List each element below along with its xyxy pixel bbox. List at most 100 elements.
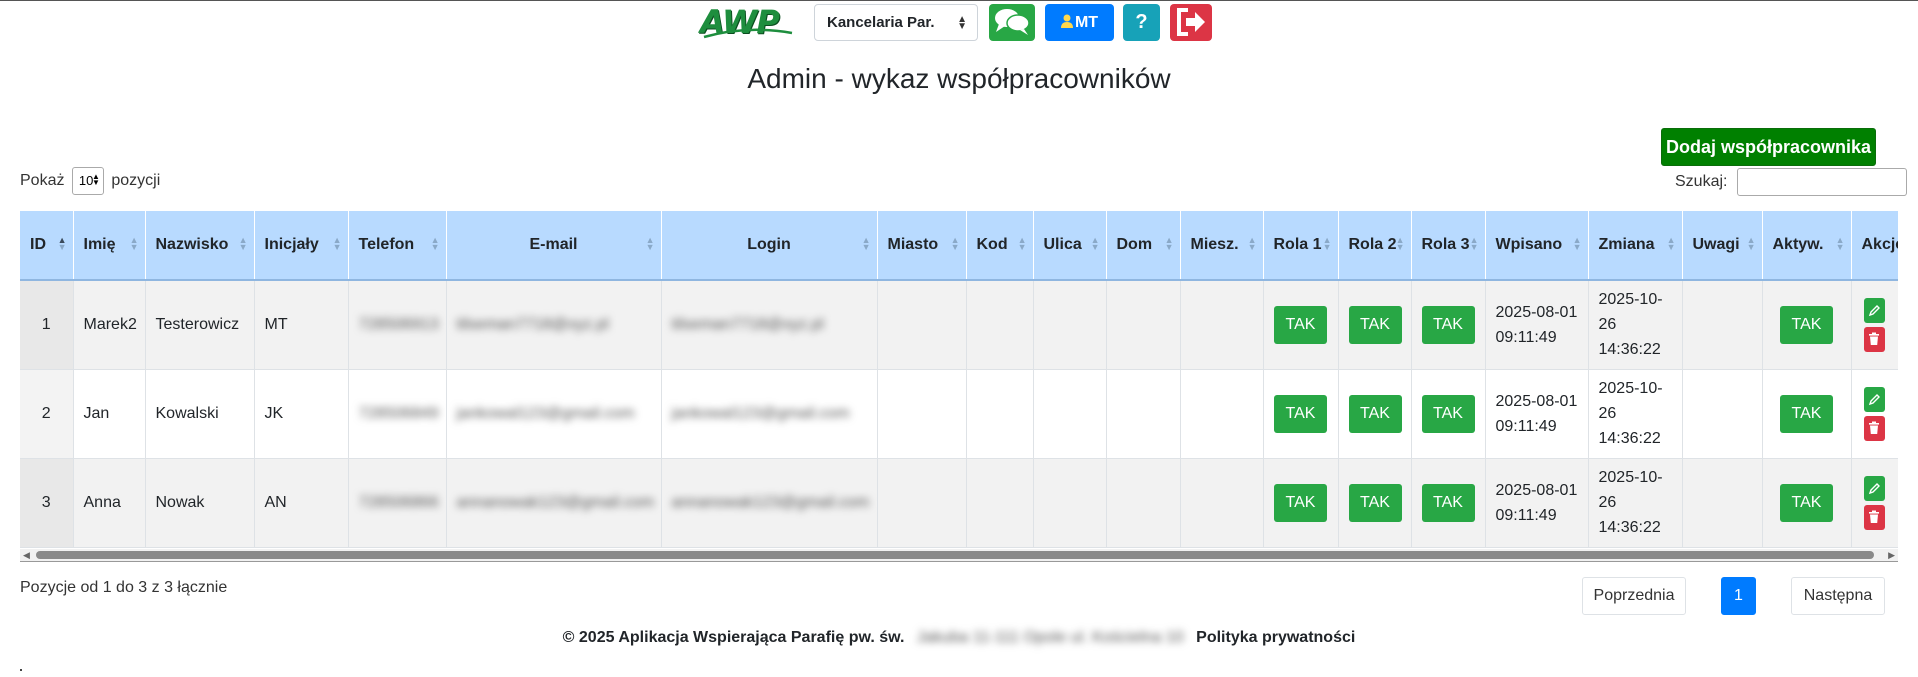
cell-apartment (1180, 280, 1264, 370)
column-header[interactable]: Miasto ▲ ▼ (877, 211, 967, 281)
delete-button[interactable] (1863, 504, 1885, 530)
cell-first-name: Marek2 (73, 280, 146, 370)
collaborators-table: ID ▲ ▼ Imię ▲ ▼ Nazwisko ▲ ▼ Inicjały ▲ ▼ Telefo… (20, 211, 1898, 548)
cell-last-name: Nowak (145, 458, 255, 548)
sort-icon: ▲ ▼ (238, 235, 248, 252)
cell-email: tilseman7718@xyz.pl (446, 280, 662, 370)
column-header-label: Aktyw. (1772, 236, 1824, 253)
sort-icon: ▲ ▼ (129, 235, 139, 252)
cell-city (877, 458, 967, 548)
footer: © 2025 Aplikacja Wspierająca Parafię pw.… (0, 629, 1918, 647)
column-header[interactable]: ID ▲ ▼ (20, 211, 74, 281)
column-header[interactable]: Uwagi ▲ ▼ (1682, 211, 1763, 281)
sort-icon: ▲ ▼ (1017, 235, 1027, 252)
column-header[interactable]: Wpisano ▲ ▼ (1485, 211, 1589, 281)
cell-id: 3 (20, 458, 74, 548)
column-header[interactable]: Aktyw. ▲ ▼ (1762, 211, 1852, 281)
messages-button[interactable] (989, 4, 1035, 41)
role2-badge[interactable]: TAK (1348, 305, 1402, 344)
sort-icon: ▲ ▼ (1746, 235, 1756, 252)
column-header-label: Inicjały (264, 236, 319, 253)
column-header[interactable]: E-mail ▲ ▼ (446, 211, 662, 281)
edit-button[interactable] (1863, 386, 1885, 412)
login-value: annanowak123@gmail.com (671, 494, 870, 511)
role1-badge[interactable]: TAK (1274, 483, 1327, 522)
active-badge[interactable]: TAK (1780, 483, 1833, 522)
active-badge[interactable]: TAK (1780, 394, 1833, 433)
cell-postcode (966, 280, 1034, 370)
active-badge[interactable]: TAK (1780, 305, 1833, 344)
sort-icon: ▲ ▼ (1395, 235, 1405, 252)
role3-badge[interactable]: TAK (1421, 394, 1475, 433)
pagination-previous[interactable]: Poprzednia (1582, 577, 1686, 615)
role3-badge[interactable]: TAK (1421, 483, 1475, 522)
role3-badge[interactable]: TAK (1421, 305, 1475, 344)
cell-role3: TAK (1411, 369, 1486, 459)
role1-badge[interactable]: TAK (1274, 394, 1327, 433)
page-length-control: Pokaż 10 ▲ ▼ pozycji (20, 167, 160, 195)
column-header-label: Login (747, 236, 791, 253)
column-header-label: Nazwisko (155, 236, 229, 253)
column-header[interactable]: Login ▲ ▼ (661, 211, 878, 281)
page-length-suffix: pozycji (111, 172, 161, 190)
column-header[interactable]: Nazwisko ▲ ▼ (145, 211, 255, 281)
cell-active: TAK (1762, 280, 1852, 370)
sort-icon: ▲ ▼ (1469, 235, 1479, 252)
page-length-select[interactable]: 10 ▲ ▼ (71, 167, 104, 195)
column-header[interactable]: Imię ▲ ▼ (73, 211, 146, 281)
logout-button[interactable] (1170, 4, 1212, 41)
cell-role3: TAK (1411, 458, 1486, 548)
sort-icon: ▲ ▼ (1835, 235, 1845, 252)
page-title: Admin - wykaz współpracowników (747, 63, 1171, 94)
column-header[interactable]: Ulica ▲ ▼ (1033, 211, 1107, 281)
cell-email: jankowal123@gmail.com (446, 369, 662, 459)
add-collaborator-button[interactable]: Dodaj współpracownika (1661, 128, 1876, 166)
phone-value: 728506866 (358, 494, 439, 511)
horizontal-scrollbar[interactable]: ◀ ▶ (20, 549, 1898, 561)
scroll-left-icon[interactable]: ◀ (23, 550, 30, 561)
scrollbar-thumb[interactable] (36, 551, 1874, 559)
cell-last-name: Kowalski (145, 369, 255, 459)
column-header[interactable]: Zmiana ▲ ▼ (1588, 211, 1683, 281)
column-header[interactable]: Miesz. ▲ ▼ (1180, 211, 1264, 281)
organization-select[interactable]: Kancelaria Par. ▲ ▼ (814, 4, 978, 41)
delete-button[interactable] (1863, 326, 1885, 352)
column-header-label: Kod (976, 236, 1008, 253)
cell-modified: 2025-10-26 14:36:22 (1588, 369, 1683, 459)
cell-role1: TAK (1263, 458, 1339, 548)
edit-button[interactable] (1863, 475, 1885, 501)
cell-initials: JK (254, 369, 349, 459)
column-header[interactable]: Rola 1 ▲ ▼ (1263, 211, 1339, 281)
edit-icon (1868, 304, 1880, 316)
column-header[interactable]: Telefon ▲ ▼ (348, 211, 447, 281)
privacy-policy-link[interactable]: Polityka prywatności (1196, 629, 1355, 646)
cell-modified: 2025-10-26 14:36:22 (1588, 280, 1683, 370)
edit-button[interactable] (1863, 297, 1885, 323)
pagination-page-current[interactable]: 1 (1721, 577, 1756, 615)
column-header[interactable]: Kod ▲ ▼ (966, 211, 1034, 281)
table-row: 1 Marek2 Testerowicz MT 728506913 tilsem… (20, 280, 1898, 370)
user-profile-button[interactable]: MT (1045, 4, 1114, 41)
scroll-right-icon[interactable]: ▶ (1888, 550, 1895, 561)
cell-role2: TAK (1338, 458, 1412, 548)
column-header-label: Imię (83, 236, 116, 253)
trash-icon (1869, 332, 1879, 346)
cell-login: jankowal123@gmail.com (661, 369, 878, 459)
role2-badge[interactable]: TAK (1348, 394, 1402, 433)
help-button[interactable]: ? (1123, 4, 1160, 41)
column-header[interactable]: Inicjały ▲ ▼ (254, 211, 349, 281)
table-info: Pozycje od 1 do 3 z 3 łącznie (20, 579, 228, 596)
column-header[interactable]: Rola 3 ▲ ▼ (1411, 211, 1486, 281)
column-header[interactable]: Rola 2 ▲ ▼ (1338, 211, 1412, 281)
column-header[interactable]: Dom ▲ ▼ (1106, 211, 1181, 281)
search-input[interactable] (1736, 168, 1907, 196)
pagination-next[interactable]: Następna (1791, 577, 1885, 615)
column-header[interactable]: Akcje (1851, 211, 1898, 281)
cell-last-name: Testerowicz (145, 280, 255, 370)
role1-badge[interactable]: TAK (1274, 305, 1327, 344)
delete-button[interactable] (1863, 415, 1885, 441)
awp-logo[interactable]: AWP (700, 5, 796, 39)
column-header-label: Uwagi (1692, 236, 1740, 253)
role2-badge[interactable]: TAK (1348, 483, 1402, 522)
sort-icon: ▲ ▼ (1322, 235, 1332, 252)
